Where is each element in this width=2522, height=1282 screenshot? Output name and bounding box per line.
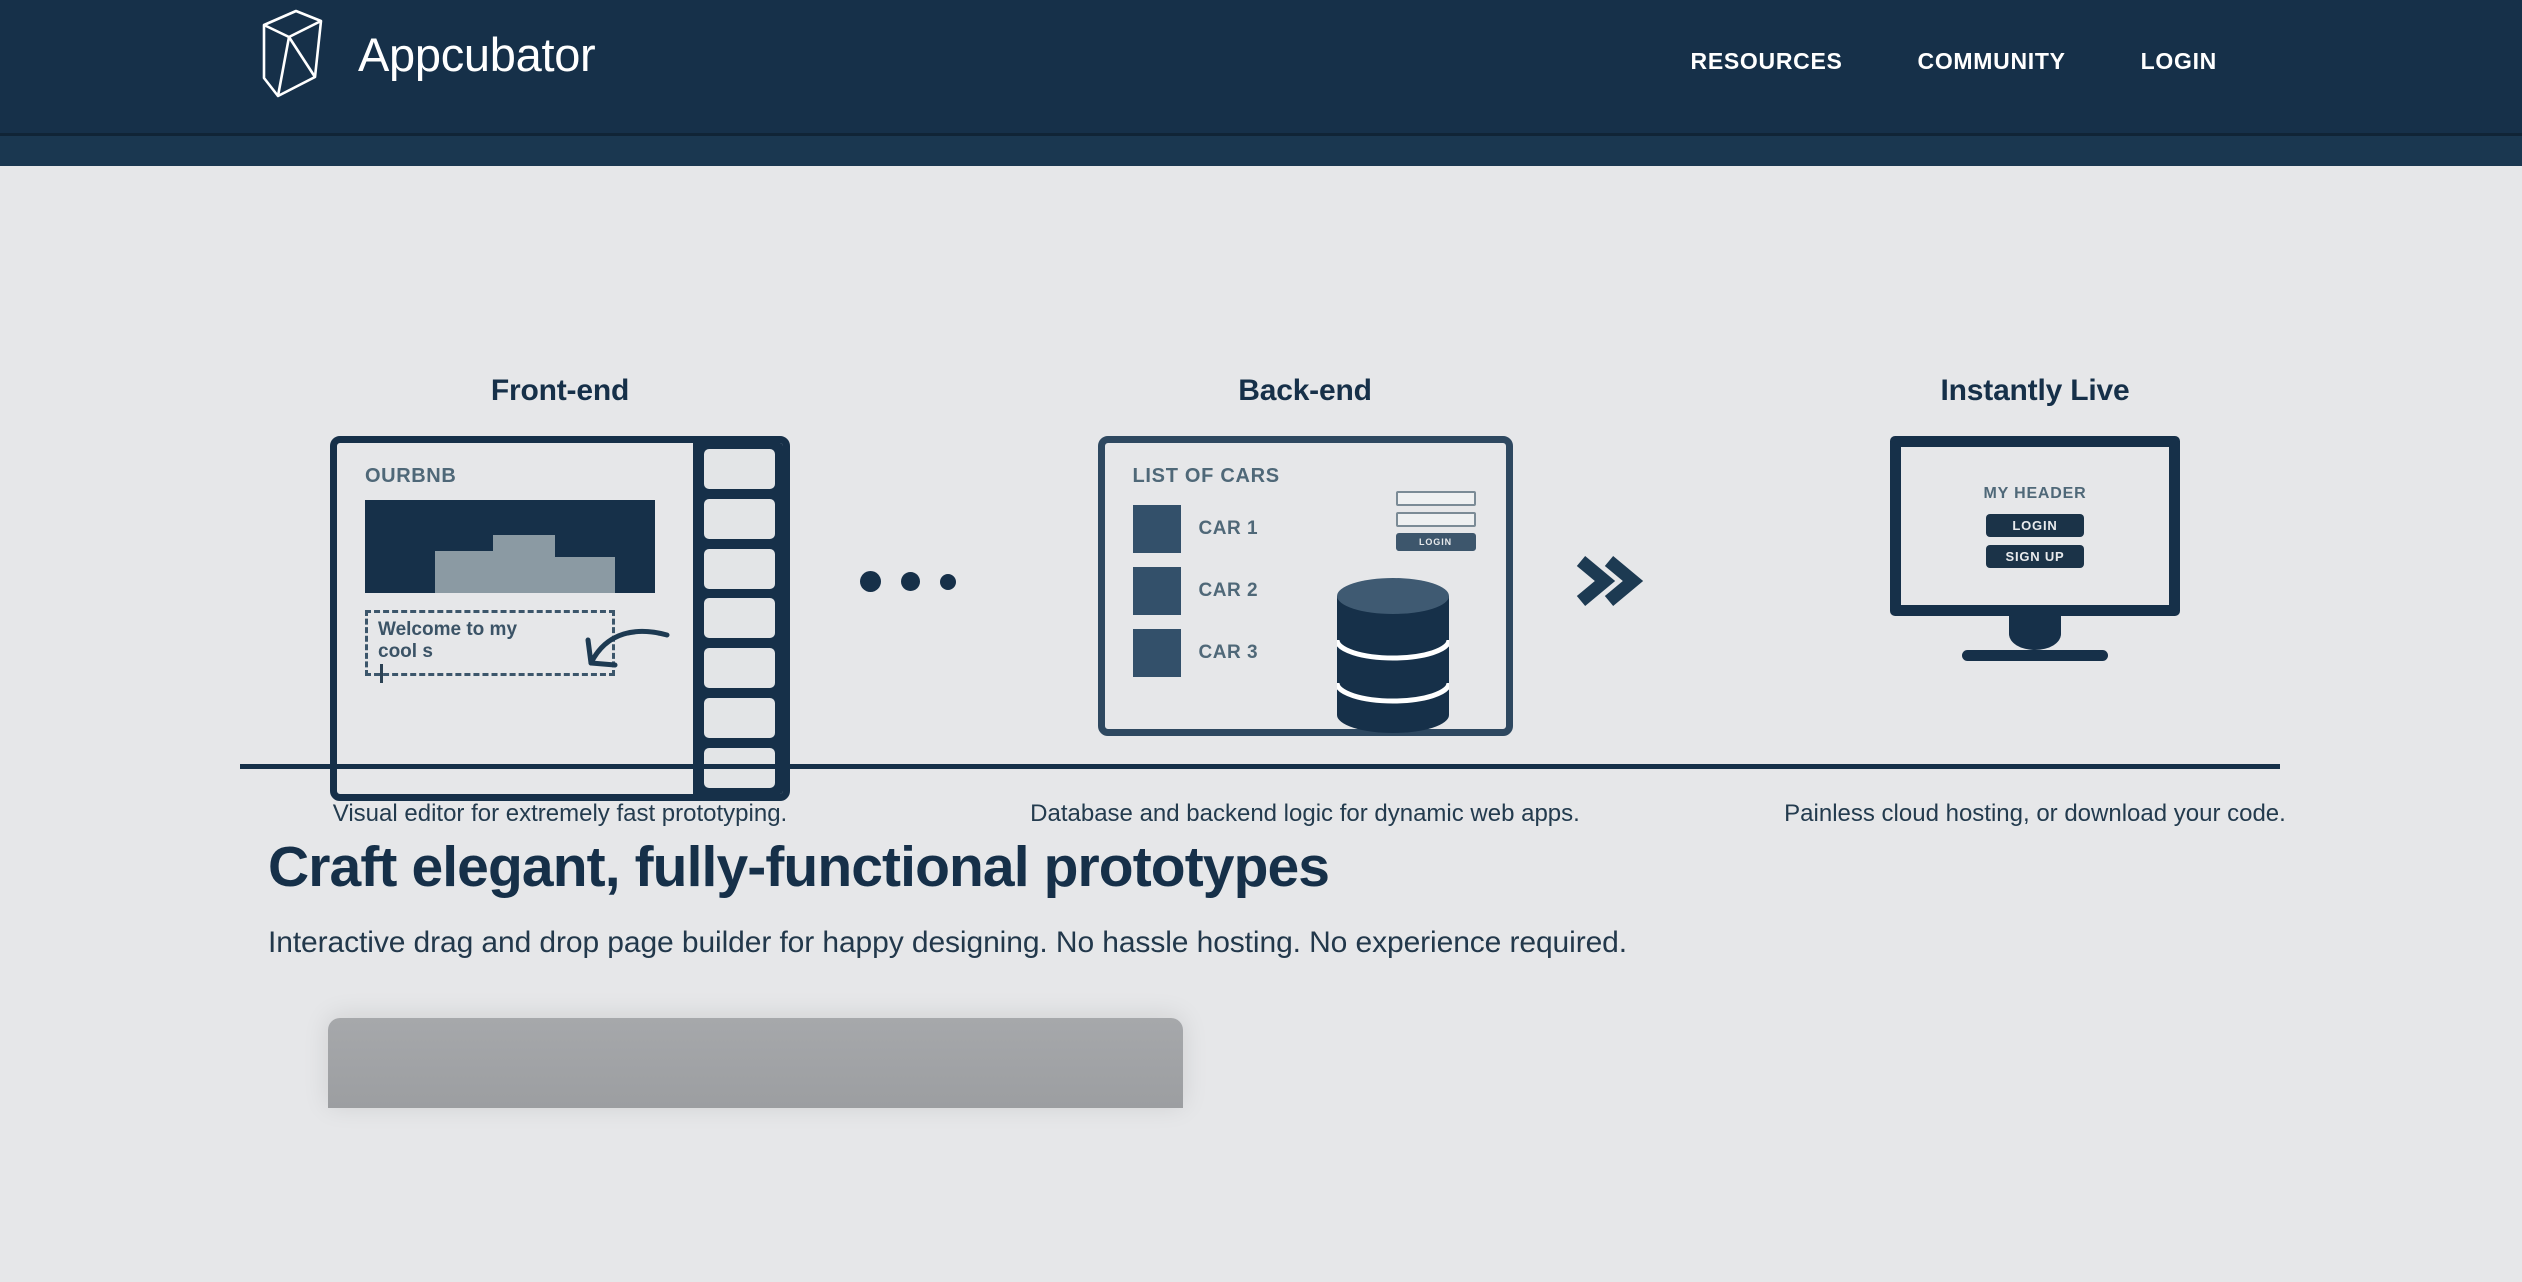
page-title: Craft elegant, fully-functional prototyp… [268, 835, 1330, 899]
connector-dot [940, 573, 956, 590]
double-chevron-right-icon [1575, 551, 1645, 611]
sidebar-widget[interactable] [704, 598, 775, 639]
monitor-stand-neck [2009, 616, 2061, 650]
mock-hero-image [365, 500, 655, 593]
text-caret-icon [380, 663, 383, 683]
mock-list-title: LIST OF CARS [1132, 465, 1280, 487]
list-item: CAR 3 [1132, 629, 1506, 677]
mock-login-form: LOGIN [1395, 491, 1476, 551]
mock-text-block[interactable]: Welcome to my cool s [365, 610, 670, 683]
page-subtitle: Interactive drag and drop page builder f… [268, 925, 1628, 959]
feature-back-end-title: Back-end [1238, 374, 1372, 407]
item-thumbnail [1132, 629, 1181, 677]
building-skyline-image [435, 535, 615, 593]
mock-app-name: OURBNB [365, 465, 457, 487]
front-end-editor-mock: OURBNB Welcome to my cool s [330, 436, 790, 801]
item-thumbnail [1132, 505, 1181, 553]
nav-link-community[interactable]: COMMUNITY [1918, 48, 2066, 75]
sidebar-widget[interactable] [704, 548, 775, 589]
feature-back-end-caption: Database and backend logic for dynamic w… [1030, 800, 1580, 827]
login-button[interactable]: LOGIN [1395, 533, 1476, 551]
main-nav: RESOURCES COMMUNITY LOGIN [1691, 48, 2217, 75]
monitor-stand-base [1962, 650, 2108, 661]
sidebar-widget[interactable] [704, 698, 775, 739]
features-section: Front-end OURBNB Welcome to my cool s Vi… [0, 136, 2522, 827]
feature-instantly-live-caption: Painless cloud hosting, or download your… [1784, 800, 2286, 827]
section-divider [240, 764, 2280, 769]
feature-front-end-title: Front-end [490, 374, 630, 407]
lower-section-content: Craft elegant, fully-functional prototyp… [268, 835, 2268, 960]
brand-name: Appcubator [358, 27, 596, 81]
login-field[interactable] [1395, 512, 1476, 527]
feature-instantly-live-art: MY HEADER LOGIN SIGN UP [1715, 436, 2355, 801]
item-label: CAR 1 [1198, 518, 1259, 539]
three-dots-connector-icon [860, 571, 956, 592]
isometric-cube-logo-icon [258, 8, 332, 100]
feature-back-end: Back-end LIST OF CARS CAR 1 CAR 2 CAR 3 [985, 374, 1625, 827]
monitor-screen: MY HEADER LOGIN SIGN UP [1890, 436, 2180, 616]
feature-front-end-caption: Visual editor for extremely fast prototy… [332, 800, 788, 827]
feature-front-end: Front-end OURBNB Welcome to my cool s Vi… [240, 374, 880, 827]
nav-link-resources[interactable]: RESOURCES [1691, 48, 1843, 75]
editor-widget-sidebar [698, 443, 783, 794]
login-field[interactable] [1395, 491, 1476, 506]
connector-dot [860, 571, 881, 592]
feature-back-end-art: LIST OF CARS CAR 1 CAR 2 CAR 3 LOGIN [985, 436, 1625, 801]
site-header: Appcubator RESOURCES COMMUNITY LOGIN [0, 0, 2522, 137]
item-label: CAR 3 [1198, 642, 1259, 663]
mock-signup-button[interactable]: SIGN UP [1986, 544, 2084, 568]
back-end-data-mock: LIST OF CARS CAR 1 CAR 2 CAR 3 LOGIN [1097, 436, 1513, 736]
mock-login-button[interactable]: LOGIN [1986, 513, 2084, 537]
sidebar-widget[interactable] [704, 498, 775, 539]
desktop-monitor-icon: MY HEADER LOGIN SIGN UP [1855, 436, 2215, 736]
sidebar-widget[interactable] [704, 449, 775, 489]
item-label: CAR 2 [1198, 580, 1259, 601]
mock-page-header: MY HEADER [1983, 484, 2087, 502]
list-item: CAR 2 [1132, 567, 1506, 615]
sidebar-widget[interactable] [704, 648, 775, 689]
preview-frame-top [328, 1018, 1183, 1108]
editor-canvas: OURBNB Welcome to my cool s [337, 443, 698, 794]
feature-instantly-live-title: Instantly Live [1940, 374, 2130, 407]
curved-drag-arrow-icon [585, 628, 670, 668]
brand-link[interactable]: Appcubator [258, 8, 596, 100]
item-thumbnail [1132, 567, 1181, 615]
database-cylinder-icon [1336, 578, 1449, 733]
feature-front-end-art: OURBNB Welcome to my cool s [240, 436, 880, 801]
nav-link-login[interactable]: LOGIN [2141, 48, 2217, 75]
connector-dot [901, 572, 920, 591]
feature-instantly-live: Instantly Live MY HEADER LOGIN SIGN UP P… [1715, 374, 2355, 827]
